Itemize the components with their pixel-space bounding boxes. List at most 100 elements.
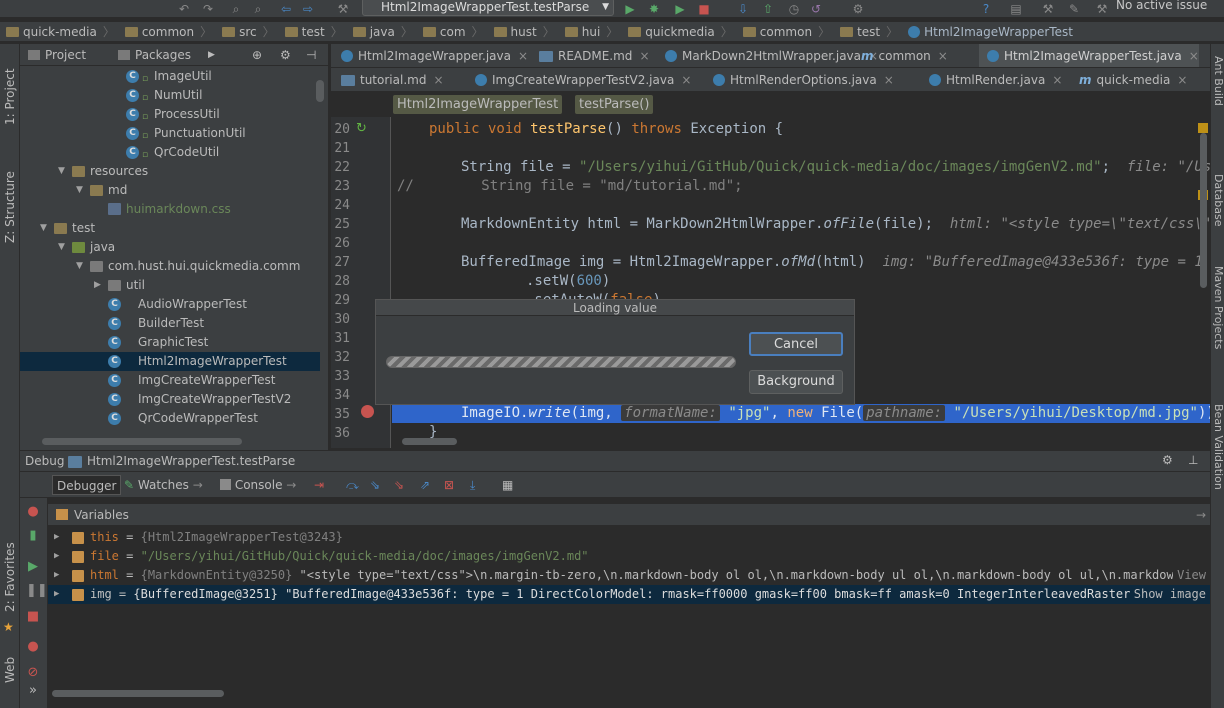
editor-tab[interactable]: m common ×	[853, 44, 948, 67]
expand-arrow-icon[interactable]: ▼	[76, 181, 83, 200]
project-tree-horizontal-scrollbar[interactable]	[42, 438, 242, 445]
packages-view-tab[interactable]: Packages	[118, 46, 191, 64]
breadcrumb-item[interactable]: Html2ImageWrapperTest	[902, 22, 1077, 41]
vcs-revert-icon[interactable]: ↺	[808, 1, 824, 17]
structure-tool-tab[interactable]: Z: Structure	[2, 162, 18, 252]
breakpoints-icon[interactable]: ●	[26, 640, 40, 654]
show-image-link[interactable]: Show image	[1129, 585, 1206, 604]
close-icon[interactable]: ×	[433, 73, 443, 87]
editor-tab[interactable]: MarkDown2HtmlWrapper.java ×	[657, 44, 878, 67]
force-step-into-icon[interactable]: ⇘	[390, 475, 408, 495]
close-icon[interactable]: ×	[681, 73, 691, 87]
coverage-icon[interactable]: ▶	[672, 1, 688, 17]
variable-row[interactable]: ▶ file = "/Users/yihui/GitHub/Quick/quick…	[48, 547, 1210, 566]
close-icon[interactable]: ×	[639, 49, 649, 63]
pause-icon[interactable]: ❚❚	[26, 584, 48, 598]
collapse-arrow-icon[interactable]: ▶	[94, 276, 101, 295]
breadcrumb-item[interactable]: quickmedia 〉	[622, 22, 737, 41]
evaluate-expression-icon[interactable]: ▦	[498, 475, 517, 495]
editor-tab[interactable]: Html2ImageWrapperTest.java ×	[979, 44, 1199, 67]
project-tree-vertical-scrollbar[interactable]	[316, 80, 324, 102]
editor-tab[interactable]: ImgCreateWrapperTestV2.java ×	[467, 68, 691, 91]
expand-arrow-icon[interactable]: ▼	[58, 162, 65, 181]
web-tool-tab[interactable]: Web	[2, 652, 18, 688]
step-out-icon[interactable]: ⇗	[416, 475, 434, 495]
editor-tab[interactable]: m quick-media ×	[1071, 68, 1187, 91]
tools2-icon[interactable]: ⚒	[1094, 1, 1110, 17]
tree-item[interactable]: C GraphicTest	[20, 333, 320, 352]
settings-icon[interactable]: ⚙	[850, 1, 866, 17]
resume-icon[interactable]: ▶	[26, 560, 40, 574]
breadcrumb-item[interactable]: test 〉	[279, 22, 347, 41]
find-icon[interactable]: ⌕	[228, 1, 244, 17]
variable-row[interactable]: ▶ img = {BufferedImage@3251} "BufferedIma…	[48, 585, 1210, 604]
run-to-cursor-icon[interactable]: ⤓	[466, 475, 479, 495]
background-button[interactable]: Background	[749, 370, 843, 394]
tree-item[interactable]: C ▫ ImageUtil	[20, 67, 320, 86]
debug-session-tab[interactable]: Html2ImageWrapperTest.testParse	[87, 454, 295, 468]
hide-panel-icon[interactable]: ⊣	[306, 46, 316, 64]
editor-horizontal-scrollbar[interactable]	[402, 438, 457, 445]
close-icon[interactable]: ×	[884, 73, 894, 87]
run-configuration-select[interactable]: Html2ImageWrapperTest.testParse ▼	[362, 0, 614, 16]
mute-icon[interactable]: ▮	[26, 529, 40, 543]
task-icon[interactable]: ✎	[1066, 1, 1082, 17]
tree-item[interactable]: C Html2ImageWrapperTest	[20, 352, 320, 371]
stop-icon[interactable]: ■	[696, 1, 712, 17]
editor-breadcrumb-class[interactable]: Html2ImageWrapperTest	[393, 95, 563, 114]
breadcrumb-item[interactable]: src 〉	[216, 22, 279, 41]
variable-row[interactable]: ▶ this = {Html2ImageWrapperTest@3243}	[48, 528, 1210, 547]
tree-item[interactable]: C ImgCreateWrapperTestV2	[20, 390, 320, 409]
sdk-icon[interactable]: ▤	[1008, 1, 1024, 17]
forward-icon[interactable]: ⇨	[300, 1, 316, 17]
close-icon[interactable]: ×	[1189, 49, 1199, 63]
breadcrumb-item[interactable]: com 〉	[417, 22, 488, 41]
tree-item[interactable]: C ImgCreateWrapperTest	[20, 371, 320, 390]
tree-item[interactable]: C ▫ QrCodeUtil	[20, 143, 320, 162]
close-icon[interactable]: ×	[518, 49, 528, 63]
vcs-history-icon[interactable]: ◷	[786, 1, 802, 17]
expand-arrow-icon[interactable]: ▼	[76, 257, 83, 276]
tree-item[interactable]: C AudioWrapperTest	[20, 295, 320, 314]
ant-build-tab[interactable]: Ant Build	[1211, 56, 1224, 136]
bean-validation-tab[interactable]: Bean Validation	[1211, 404, 1224, 519]
expand-arrow-icon[interactable]: ▼	[58, 238, 65, 257]
editor-tab[interactable]: HtmlRender.java ×	[921, 68, 1062, 91]
editor-vertical-scrollbar[interactable]	[1200, 133, 1207, 288]
build-icon[interactable]: ⚒	[335, 1, 351, 17]
breadcrumb-item[interactable]: hui 〉	[559, 22, 623, 41]
gear-icon[interactable]: ⚙	[1162, 453, 1173, 467]
tree-item[interactable]: ▼ md	[20, 181, 320, 200]
breakpoint-icon[interactable]	[361, 405, 374, 418]
stop-icon[interactable]: ■	[26, 610, 40, 624]
tree-item[interactable]: ▶ util	[20, 276, 320, 295]
tab-watches[interactable]: ✎ Watches →	[120, 475, 207, 495]
more-icon[interactable]: »	[26, 684, 40, 698]
variable-row[interactable]: ▶ html = {MarkdownEntity@3250} "<style ty…	[48, 566, 1210, 585]
mute-breakpoints-icon[interactable]: ⊘	[26, 666, 40, 680]
tab-console[interactable]: Console →	[216, 475, 300, 495]
run-icon[interactable]: ▶	[622, 1, 638, 17]
variables-horizontal-scrollbar[interactable]	[52, 690, 224, 697]
expand-arrow-icon[interactable]: ▶	[54, 528, 59, 547]
tab-debugger[interactable]: Debugger	[52, 475, 122, 495]
expand-arrow-icon[interactable]: ▶	[54, 547, 59, 566]
editor-tab[interactable]: Html2ImageWrapper.java ×	[333, 44, 528, 67]
undo-icon[interactable]: ↶	[176, 1, 192, 17]
expand-arrow-icon[interactable]: ▶	[54, 566, 59, 585]
tree-item[interactable]: C ▫ ProcessUtil	[20, 105, 320, 124]
debug-icon[interactable]: ✸	[646, 1, 662, 17]
editor-tab[interactable]: tutorial.md ×	[333, 68, 444, 91]
maven-projects-tab[interactable]: Maven Projects	[1211, 266, 1224, 376]
run-test-gutter-icon[interactable]: ↻	[356, 121, 367, 136]
tree-item[interactable]: ▼ test	[20, 219, 320, 238]
editor-tab[interactable]: HtmlRenderOptions.java ×	[705, 68, 894, 91]
expand-arrow-icon[interactable]: ▶	[54, 585, 59, 604]
breadcrumb-item[interactable]: java 〉	[347, 22, 417, 41]
replace-icon[interactable]: ⌕	[250, 1, 266, 17]
editor-breadcrumb-method[interactable]: testParse()	[575, 95, 654, 114]
gear-icon[interactable]: ⚙	[280, 46, 291, 64]
vcs-commit-icon[interactable]: ⇧	[760, 1, 776, 17]
tree-item[interactable]: C ▫ PunctuationUtil	[20, 124, 320, 143]
task-status-label[interactable]: No active issue	[1116, 0, 1207, 12]
